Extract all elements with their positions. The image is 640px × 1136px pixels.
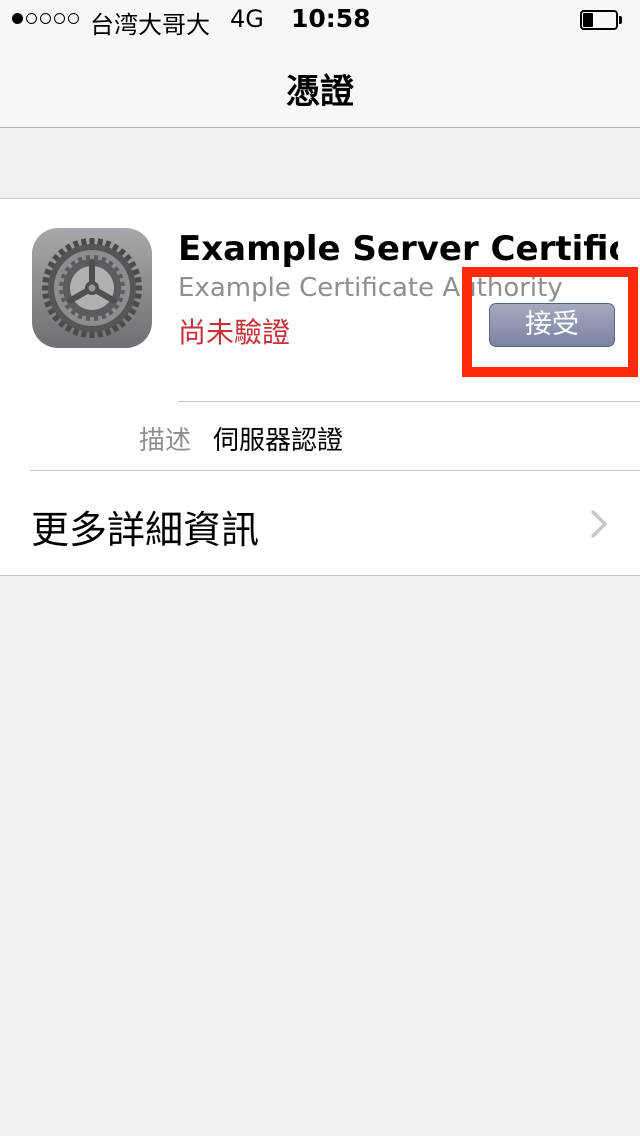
network-type: 4G [230,5,264,33]
status-bar: 台湾大哥大 4G 10:58 [0,0,640,40]
certificate-issuer: Example Certificate Authority [178,273,563,303]
accept-button[interactable]: 接受 [489,303,615,347]
status-time: 10:58 [291,4,371,33]
page-title: 憑證 [286,72,354,112]
more-details-label: 更多詳細資訊 [31,508,260,552]
gear-icon [42,238,142,338]
certificate-title: Example Server Certific... [178,229,618,269]
navigation-bar: 憑證 [0,40,640,128]
description-label: 描述 [139,426,192,456]
signal-dot [12,13,23,24]
more-details-row[interactable]: 更多詳細資訊 [0,471,640,576]
signal-dot [54,13,65,24]
battery-icon [580,10,624,30]
chevron-right-icon [591,510,607,538]
signal-dot [40,13,51,24]
battery-level-fill [583,13,593,27]
description-value: 伺服器認證 [213,426,344,456]
signal-dot [68,13,79,24]
certificate-group: Example Server Certific... Example Certi… [0,198,640,576]
carrier-name: 台湾大哥大 [90,11,210,39]
signal-dot [26,13,37,24]
row-separator [178,401,640,402]
battery-tip [619,16,622,24]
settings-gear-icon [32,228,152,348]
signal-strength-icon [12,13,79,27]
verification-status: 尚未驗證 [178,316,291,349]
